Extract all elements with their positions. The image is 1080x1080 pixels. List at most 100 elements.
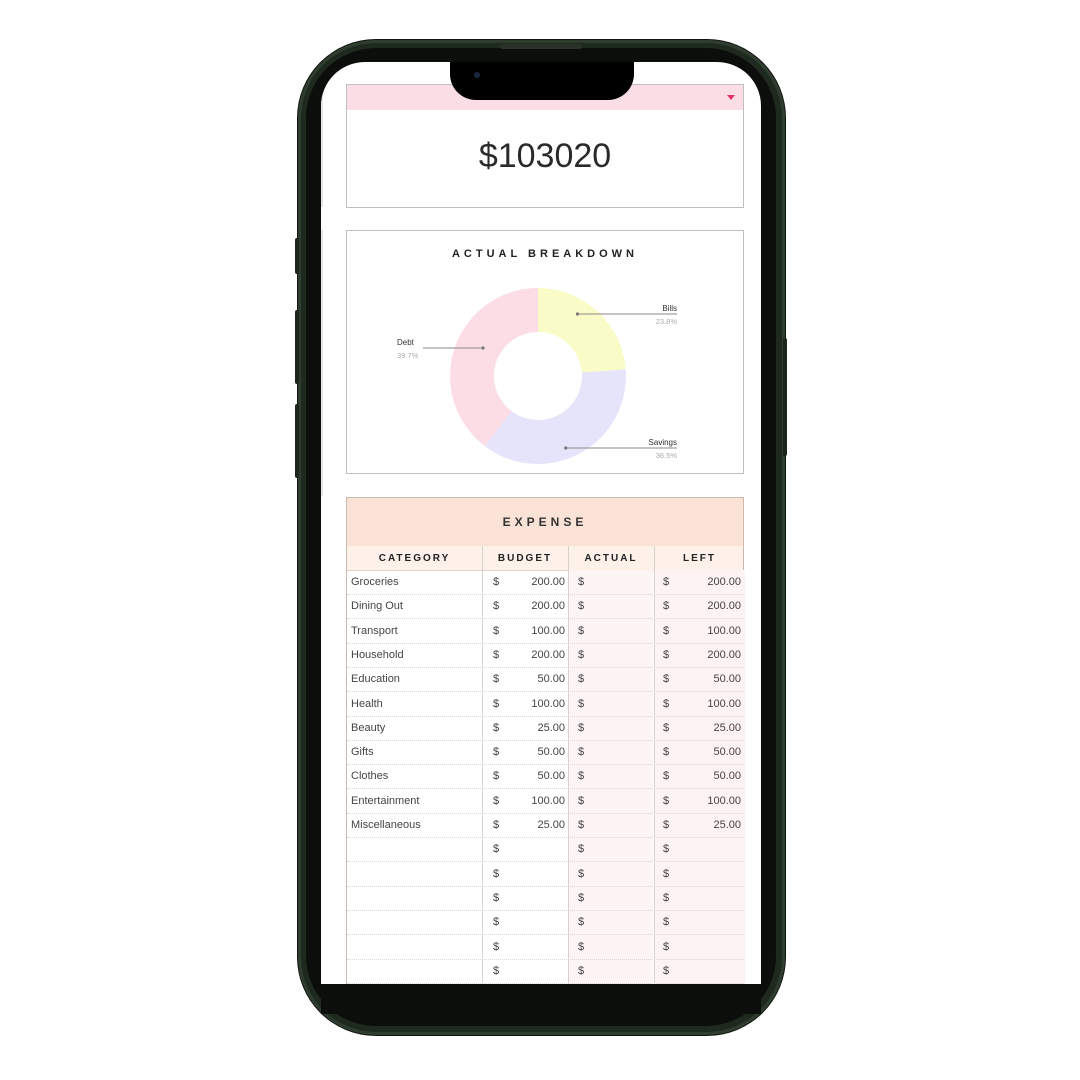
left-currency[interactable]: $ bbox=[663, 935, 675, 959]
left-currency[interactable]: $ bbox=[663, 570, 675, 594]
actual-cell[interactable] bbox=[592, 959, 650, 983]
budget-cell[interactable]: 50.00 bbox=[507, 740, 565, 764]
actual-cell[interactable] bbox=[592, 594, 650, 618]
budget-currency[interactable]: $ bbox=[493, 886, 505, 910]
actual-cell[interactable] bbox=[592, 837, 650, 861]
actual-currency[interactable]: $ bbox=[578, 570, 590, 594]
budget-cell[interactable]: 100.00 bbox=[507, 619, 565, 643]
left-cell[interactable] bbox=[677, 959, 741, 983]
left-cell[interactable] bbox=[677, 837, 741, 861]
left-cell[interactable]: 200.00 bbox=[677, 643, 741, 667]
category-cell[interactable] bbox=[351, 910, 479, 934]
budget-cell[interactable] bbox=[507, 886, 565, 910]
left-currency[interactable]: $ bbox=[663, 667, 675, 691]
budget-currency[interactable]: $ bbox=[493, 813, 505, 837]
budget-currency[interactable]: $ bbox=[493, 594, 505, 618]
actual-currency[interactable]: $ bbox=[578, 789, 590, 813]
budget-cell[interactable]: 100.00 bbox=[507, 789, 565, 813]
budget-cell[interactable]: 200.00 bbox=[507, 643, 565, 667]
budget-currency[interactable]: $ bbox=[493, 619, 505, 643]
category-cell[interactable]: Gifts bbox=[351, 740, 479, 764]
actual-currency[interactable]: $ bbox=[578, 910, 590, 934]
category-cell[interactable]: Entertainment bbox=[351, 789, 479, 813]
budget-currency[interactable]: $ bbox=[493, 740, 505, 764]
left-cell[interactable] bbox=[677, 935, 741, 959]
actual-currency[interactable]: $ bbox=[578, 862, 590, 886]
category-cell[interactable]: Clothes bbox=[351, 764, 479, 788]
left-currency[interactable]: $ bbox=[663, 619, 675, 643]
actual-currency[interactable]: $ bbox=[578, 935, 590, 959]
left-currency[interactable]: $ bbox=[663, 740, 675, 764]
actual-cell[interactable] bbox=[592, 619, 650, 643]
actual-currency[interactable]: $ bbox=[578, 813, 590, 837]
budget-cell[interactable]: 200.00 bbox=[507, 594, 565, 618]
actual-cell[interactable] bbox=[592, 692, 650, 716]
dropdown-arrow-icon[interactable] bbox=[727, 95, 735, 100]
budget-currency[interactable]: $ bbox=[493, 789, 505, 813]
left-cell[interactable]: 50.00 bbox=[677, 667, 741, 691]
category-cell[interactable]: Transport bbox=[351, 619, 479, 643]
budget-cell[interactable]: 200.00 bbox=[507, 570, 565, 594]
actual-currency[interactable]: $ bbox=[578, 837, 590, 861]
left-currency[interactable]: $ bbox=[663, 910, 675, 934]
budget-cell[interactable] bbox=[507, 959, 565, 983]
category-cell[interactable] bbox=[351, 935, 479, 959]
actual-cell[interactable] bbox=[592, 667, 650, 691]
actual-currency[interactable]: $ bbox=[578, 667, 590, 691]
actual-currency[interactable]: $ bbox=[578, 692, 590, 716]
actual-cell[interactable] bbox=[592, 716, 650, 740]
budget-currency[interactable]: $ bbox=[493, 643, 505, 667]
left-cell[interactable]: 100.00 bbox=[677, 692, 741, 716]
budget-cell[interactable]: 50.00 bbox=[507, 667, 565, 691]
category-cell[interactable]: Household bbox=[351, 643, 479, 667]
actual-cell[interactable] bbox=[592, 643, 650, 667]
left-currency[interactable]: $ bbox=[663, 789, 675, 813]
budget-currency[interactable]: $ bbox=[493, 910, 505, 934]
category-cell[interactable]: Beauty bbox=[351, 716, 479, 740]
category-cell[interactable]: Health bbox=[351, 692, 479, 716]
budget-cell[interactable] bbox=[507, 935, 565, 959]
left-currency[interactable]: $ bbox=[663, 959, 675, 983]
left-cell[interactable]: 100.00 bbox=[677, 789, 741, 813]
left-currency[interactable]: $ bbox=[663, 862, 675, 886]
left-currency[interactable]: $ bbox=[663, 594, 675, 618]
actual-cell[interactable] bbox=[592, 910, 650, 934]
budget-cell[interactable]: 100.00 bbox=[507, 692, 565, 716]
category-cell[interactable]: Education bbox=[351, 667, 479, 691]
left-cell[interactable]: 100.00 bbox=[677, 619, 741, 643]
actual-currency[interactable]: $ bbox=[578, 643, 590, 667]
actual-cell[interactable] bbox=[592, 570, 650, 594]
budget-cell[interactable]: 50.00 bbox=[507, 764, 565, 788]
actual-cell[interactable] bbox=[592, 886, 650, 910]
budget-cell[interactable]: 25.00 bbox=[507, 716, 565, 740]
actual-currency[interactable]: $ bbox=[578, 764, 590, 788]
category-cell[interactable] bbox=[351, 862, 479, 886]
actual-cell[interactable] bbox=[592, 862, 650, 886]
actual-cell[interactable] bbox=[592, 813, 650, 837]
actual-currency[interactable]: $ bbox=[578, 716, 590, 740]
budget-cell[interactable] bbox=[507, 910, 565, 934]
left-cell[interactable] bbox=[677, 862, 741, 886]
budget-cell[interactable] bbox=[507, 837, 565, 861]
budget-currency[interactable]: $ bbox=[493, 837, 505, 861]
actual-currency[interactable]: $ bbox=[578, 594, 590, 618]
budget-cell[interactable] bbox=[507, 862, 565, 886]
left-cell[interactable]: 50.00 bbox=[677, 764, 741, 788]
left-cell[interactable] bbox=[677, 886, 741, 910]
budget-currency[interactable]: $ bbox=[493, 935, 505, 959]
left-currency[interactable]: $ bbox=[663, 716, 675, 740]
left-cell[interactable]: 50.00 bbox=[677, 740, 741, 764]
actual-currency[interactable]: $ bbox=[578, 959, 590, 983]
budget-currency[interactable]: $ bbox=[493, 667, 505, 691]
actual-currency[interactable]: $ bbox=[578, 619, 590, 643]
budget-currency[interactable]: $ bbox=[493, 692, 505, 716]
category-cell[interactable] bbox=[351, 837, 479, 861]
budget-currency[interactable]: $ bbox=[493, 716, 505, 740]
left-currency[interactable]: $ bbox=[663, 764, 675, 788]
budget-currency[interactable]: $ bbox=[493, 570, 505, 594]
left-currency[interactable]: $ bbox=[663, 813, 675, 837]
left-cell[interactable]: 25.00 bbox=[677, 813, 741, 837]
actual-currency[interactable]: $ bbox=[578, 740, 590, 764]
budget-currency[interactable]: $ bbox=[493, 862, 505, 886]
budget-currency[interactable]: $ bbox=[493, 764, 505, 788]
